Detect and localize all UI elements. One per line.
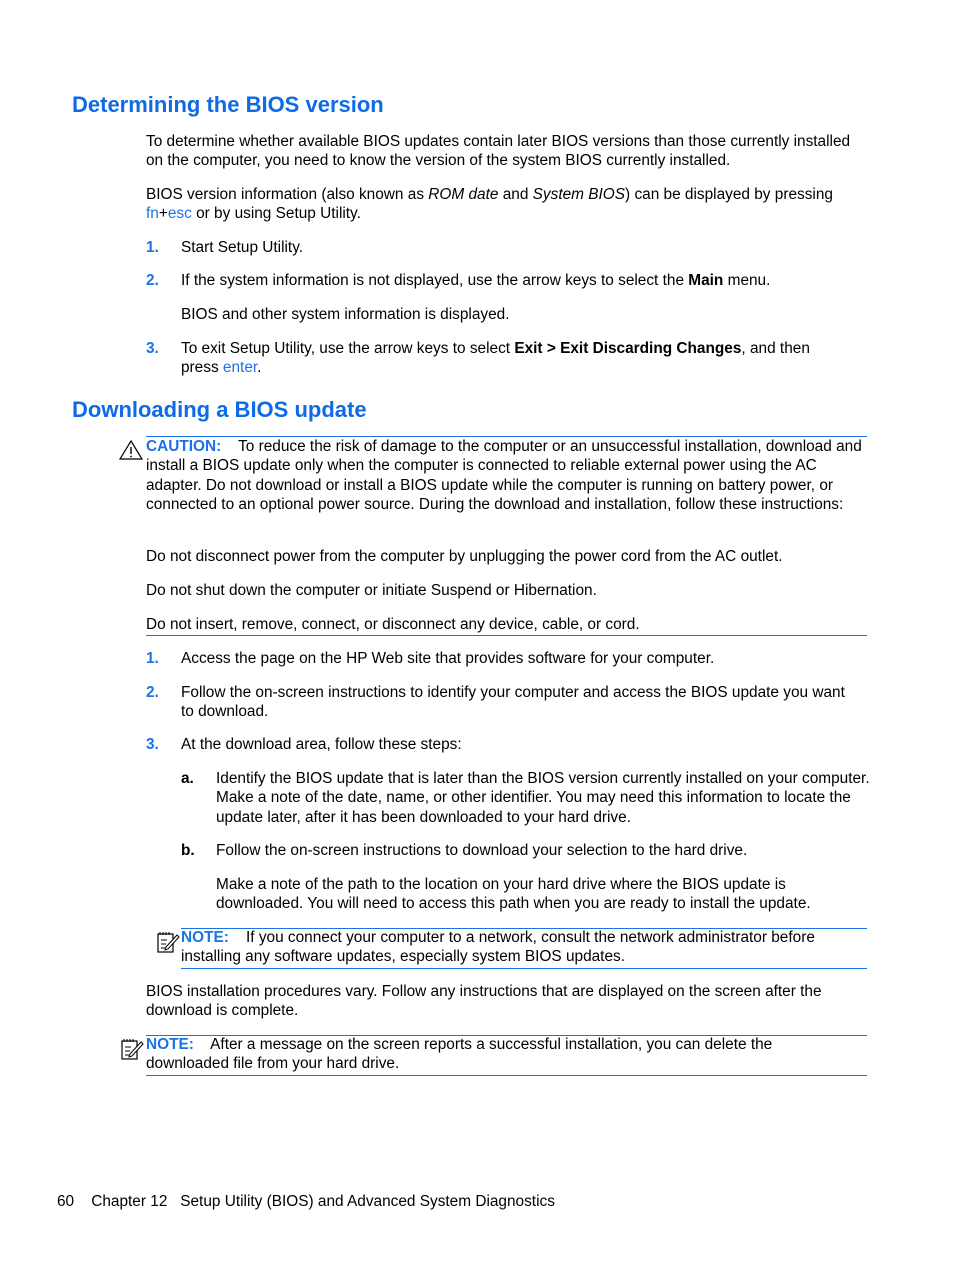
substep-text: Follow the on-screen instructions to dow… [216,842,748,859]
note1-bottom-rule [181,968,867,969]
step-number: 1. [146,650,159,667]
substep-label: a. [181,770,194,787]
paragraph-intro: To determine whether available BIOS upda… [146,133,851,170]
caution-label: CAUTION: [146,438,222,455]
caution-line: Do not shut down the computer or initiat… [146,582,597,599]
note2-bottom-rule [146,1075,867,1076]
footer-chapter-title: Setup Utility (BIOS) and Advanced System… [180,1193,555,1210]
step-number: 2. [146,684,159,701]
key-enter: enter [222,359,258,377]
step-text: If the system information is not display… [181,272,771,289]
step-text: Access the page on the HP Web site that … [181,650,715,667]
substep-text: Identify the BIOS update that is later t… [216,770,870,826]
caution-line: Do not disconnect power from the compute… [146,548,783,565]
step-number: 3. [146,340,159,357]
caution-line: Do not insert, remove, connect, or disco… [146,616,640,633]
key-esc: esc [167,205,192,223]
step-text: To exit Setup Utility, use the arrow key… [181,340,810,377]
step-text: Start Setup Utility. [181,239,304,256]
footer-chapter: Chapter 12 [91,1193,168,1210]
step-number: 2. [146,272,159,289]
key-fn: fn [146,205,159,223]
step-subtext: BIOS and other system information is dis… [181,306,510,323]
caution-text: CAUTION: To reduce the risk of damage to… [146,438,862,514]
page-footer: 60 Chapter 12 Setup Utility (BIOS) and A… [57,1192,555,1211]
note1-label: NOTE: [181,929,229,946]
note1-text: NOTE: If you connect your computer to a … [181,929,815,966]
paragraph-installation-procedures: BIOS installation procedures vary. Follo… [146,983,822,1020]
note-pad-icon [157,932,180,953]
caution-bottom-rule [146,635,867,636]
note-pad-icon [121,1039,144,1060]
heading-downloading-bios-update: Downloading a BIOS update [72,397,367,422]
page-number: 60 [57,1193,75,1210]
note2-text: NOTE: After a message on the screen repo… [146,1036,773,1073]
step-text: Follow the on-screen instructions to ide… [181,684,845,721]
paragraph-bios-version-info: BIOS version information (also known as … [146,186,833,223]
step-number: 1. [146,239,159,256]
substep-label: b. [181,842,195,859]
step-text: At the download area, follow these steps… [181,736,462,753]
substep-subtext: Make a note of the path to the location … [216,876,811,913]
heading-determining-bios-version: Determining the BIOS version [72,92,384,117]
warning-triangle-icon [119,440,143,460]
step-number: 3. [146,736,159,753]
note2-label: NOTE: [146,1036,194,1053]
